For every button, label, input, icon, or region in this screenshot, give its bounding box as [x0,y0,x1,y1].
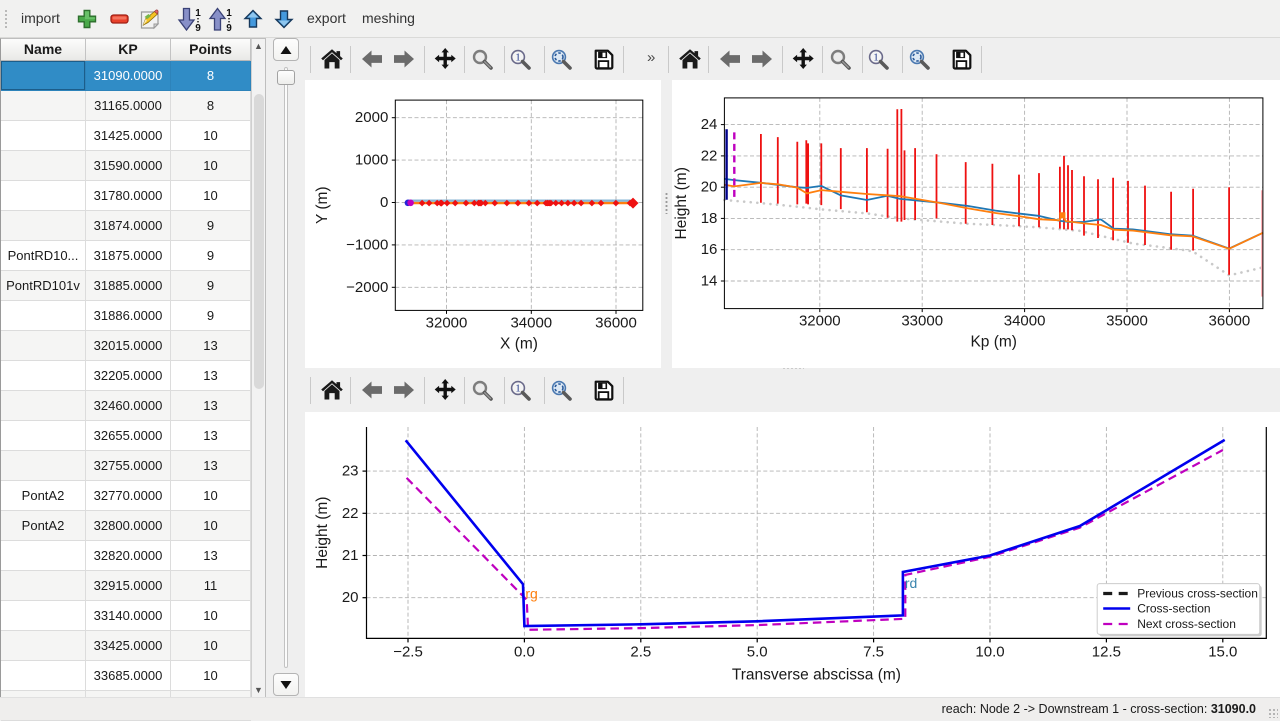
svg-text:−2000: −2000 [346,279,388,296]
svg-text:−1000: −1000 [346,236,388,253]
svg-text:16: 16 [701,241,718,258]
svg-text:−2.5: −2.5 [393,643,423,660]
svg-text:10.0: 10.0 [975,643,1004,660]
svg-text:Kp (m): Kp (m) [970,334,1017,351]
svg-text:Height (m): Height (m) [673,167,690,239]
svg-text:5.0: 5.0 [747,643,768,660]
svg-text:1: 1 [226,8,232,19]
svg-text:Next cross-section: Next cross-section [1137,617,1236,631]
svg-text:22: 22 [701,147,718,164]
svg-text:Height (m): Height (m) [314,497,331,569]
svg-text:20: 20 [342,589,359,606]
svg-text:1000: 1000 [355,152,388,169]
svg-text:9: 9 [195,23,201,32]
svg-text:33000: 33000 [901,313,943,330]
svg-text:32000: 32000 [426,314,468,331]
svg-text:34000: 34000 [1004,313,1046,330]
svg-text:24: 24 [701,116,718,133]
svg-text:12.5: 12.5 [1092,643,1121,660]
svg-text:20: 20 [701,179,718,196]
svg-text:2.5: 2.5 [630,643,651,660]
svg-text:Previous cross-section: Previous cross-section [1137,587,1258,601]
svg-text:X (m): X (m) [500,335,538,352]
svg-text:15.0: 15.0 [1208,643,1237,660]
svg-text:2000: 2000 [355,109,388,126]
svg-text:7.5: 7.5 [863,643,884,660]
svg-text:9: 9 [226,23,232,32]
svg-text:14: 14 [701,273,718,290]
svg-text:Y (m): Y (m) [314,186,331,224]
svg-text:Cross-section: Cross-section [1137,602,1210,616]
svg-text:rd: rd [905,575,917,591]
svg-text:18: 18 [701,210,718,227]
svg-text:32000: 32000 [799,313,841,330]
svg-text:36000: 36000 [1209,313,1251,330]
svg-text:0.0: 0.0 [514,643,535,660]
svg-text:rg: rg [525,586,537,602]
svg-text:36000: 36000 [595,314,637,331]
svg-text:22: 22 [342,505,359,522]
svg-text:21: 21 [342,547,359,564]
svg-text:34000: 34000 [510,314,552,331]
svg-text:1: 1 [195,8,201,19]
svg-text:0: 0 [380,194,388,211]
svg-text:23: 23 [342,463,359,480]
svg-text:Transverse abscissa (m): Transverse abscissa (m) [732,666,901,683]
svg-text:35000: 35000 [1106,313,1148,330]
